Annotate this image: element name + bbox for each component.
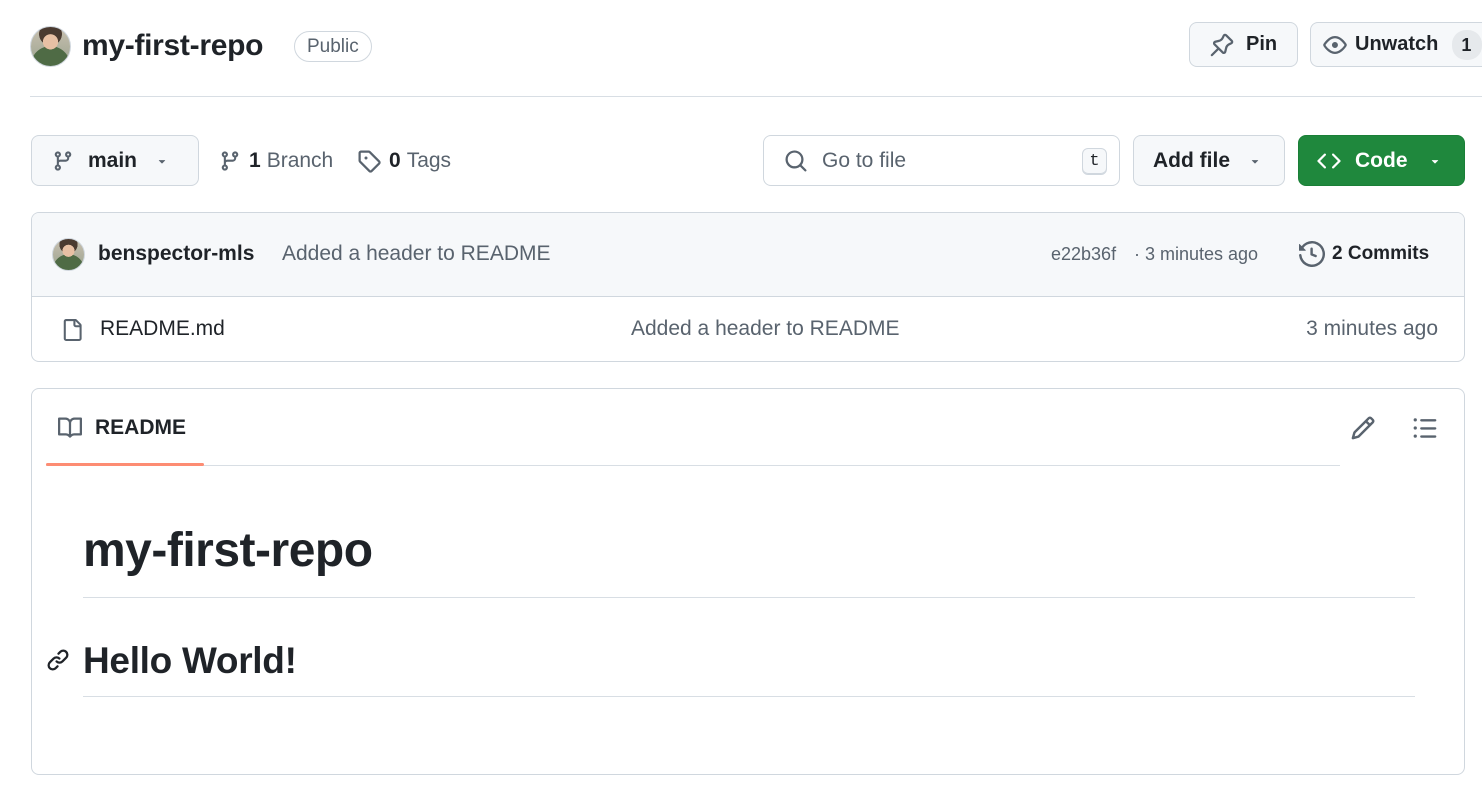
code-button[interactable]: Code <box>1298 135 1465 186</box>
active-tab-indicator <box>46 463 204 466</box>
visibility-badge: Public <box>294 31 372 62</box>
repo-title[interactable]: my-first-repo <box>82 26 263 66</box>
file-name-link[interactable]: README.md <box>100 317 225 341</box>
go-to-file-search[interactable]: t <box>763 135 1120 186</box>
latest-commit-bar: benspector-mls Added a header to README … <box>32 213 1464 297</box>
pencil-icon[interactable] <box>1350 415 1376 441</box>
code-icon <box>1317 149 1341 173</box>
unwatch-label: Unwatch <box>1355 33 1439 55</box>
file-commit-message[interactable]: Added a header to README <box>631 317 900 341</box>
add-file-button[interactable]: Add file <box>1133 135 1285 186</box>
caret-down-icon <box>1428 154 1442 168</box>
commit-message[interactable]: Added a header to README <box>282 242 551 266</box>
commit-time: 3 minutes ago <box>1145 244 1259 264</box>
git-branch-icon <box>52 150 74 172</box>
commits-history-link[interactable]: 2 Commits <box>1299 241 1429 267</box>
add-file-label: Add file <box>1153 148 1230 172</box>
caret-down-icon <box>1248 154 1262 168</box>
file-browser: benspector-mls Added a header to README … <box>31 212 1465 362</box>
tab-readme[interactable]: README <box>46 389 204 466</box>
readme-tab-label: README <box>95 415 187 439</box>
watchers-count: 1 <box>1452 29 1482 60</box>
file-icon <box>61 317 83 343</box>
tab-divider <box>46 465 1340 466</box>
caret-down-icon <box>155 154 169 168</box>
commit-separator: · <box>1134 244 1140 264</box>
tag-count: 0 <box>389 149 401 172</box>
heading-divider <box>83 696 1415 697</box>
file-row[interactable]: README.md Added a header to README 3 min… <box>32 297 1464 361</box>
unwatch-button[interactable]: Unwatch 1 <box>1310 22 1482 67</box>
owner-avatar[interactable] <box>30 26 71 67</box>
link-icon[interactable] <box>46 648 70 672</box>
pin-icon <box>1210 33 1234 57</box>
repo-header: my-first-repo Public Pin Unwatch 1 <box>0 0 1482 97</box>
git-branch-icon <box>219 150 241 172</box>
readme-panel: README my-first-repo Hello World! <box>31 388 1465 775</box>
eye-icon <box>1323 33 1347 57</box>
tag-icon <box>357 149 381 173</box>
heading-divider <box>83 597 1415 598</box>
branches-link[interactable]: 1 Branch <box>219 146 333 176</box>
commit-author[interactable]: benspector-mls <box>98 242 254 266</box>
file-commit-time: 3 minutes ago <box>1306 317 1438 340</box>
commit-hash[interactable]: e22b36f <box>1051 244 1116 265</box>
readme-heading-1: my-first-repo <box>83 524 373 577</box>
code-label: Code <box>1355 148 1408 172</box>
branch-count: 1 <box>249 149 261 172</box>
tags-link[interactable]: 0 Tags <box>357 146 451 176</box>
branch-name: main <box>88 148 138 172</box>
search-icon <box>784 149 808 173</box>
history-icon <box>1299 241 1325 267</box>
commit-count-label: 2 Commits <box>1332 243 1430 264</box>
book-icon <box>57 416 83 440</box>
branch-label: Branch <box>266 149 334 172</box>
author-avatar[interactable] <box>52 238 85 271</box>
branch-selector[interactable]: main <box>31 135 199 186</box>
tag-label: Tags <box>406 149 452 172</box>
go-to-file-input[interactable] <box>822 148 1062 173</box>
search-shortcut-key: t <box>1082 148 1107 175</box>
pin-label: Pin <box>1246 33 1278 55</box>
pin-button[interactable]: Pin <box>1189 22 1298 67</box>
header-divider <box>30 96 1482 97</box>
readme-heading-2: Hello World! <box>83 640 297 681</box>
list-icon[interactable] <box>1412 415 1438 441</box>
